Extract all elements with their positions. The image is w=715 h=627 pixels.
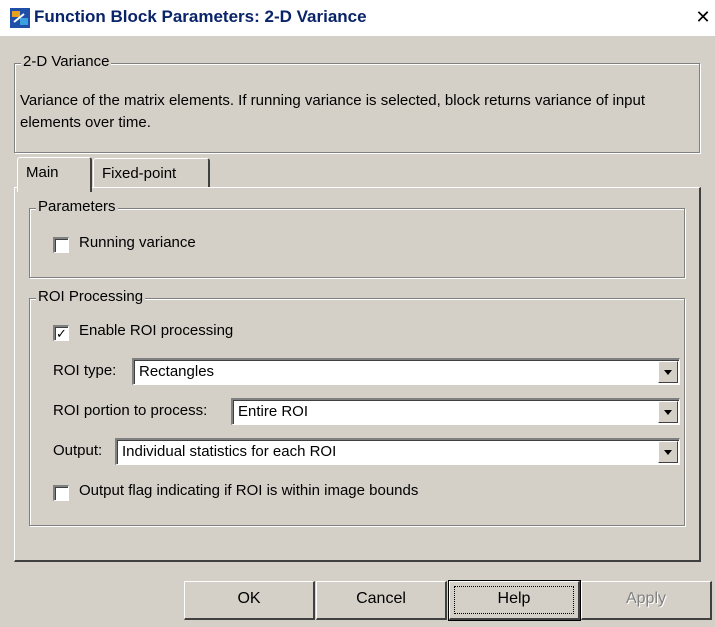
window-title: Function Block Parameters: 2-D Variance: [34, 7, 367, 26]
tab-panel-main: Parameters Running variance ROI Processi…: [14, 187, 701, 562]
tab-main[interactable]: Main: [17, 157, 92, 192]
output-value: Individual statistics for each ROI: [122, 443, 337, 460]
enable-roi-checkbox[interactable]: ✓: [53, 325, 69, 341]
cancel-button[interactable]: Cancel: [316, 581, 447, 620]
apply-button-label: Apply: [625, 590, 667, 607]
chevron-down-icon[interactable]: [658, 441, 678, 463]
roi-portion-label: ROI portion to process:: [53, 402, 208, 419]
running-variance-label[interactable]: Running variance: [79, 234, 196, 251]
roi-processing-group-title: ROI Processing: [36, 288, 146, 305]
ok-button-label: OK: [237, 590, 261, 607]
roi-portion-value: Entire ROI: [238, 403, 309, 420]
output-label: Output:: [53, 442, 103, 459]
block-group-title: 2-D Variance: [21, 53, 112, 70]
title-bar[interactable]: Function Block Parameters: 2-D Variance …: [0, 0, 715, 36]
checkmark-icon: ✓: [56, 326, 67, 341]
roi-portion-select[interactable]: Entire ROI: [231, 398, 680, 425]
tab-main-label: Main: [26, 164, 59, 181]
help-button-label: Help: [497, 590, 531, 607]
running-variance-checkbox[interactable]: [53, 237, 69, 253]
tab-fixed-point-label: Fixed-point: [102, 165, 177, 182]
focus-ring: Help: [454, 586, 574, 614]
ok-button[interactable]: OK: [184, 581, 315, 620]
roi-type-label: ROI type:: [53, 362, 117, 379]
roi-type-value: Rectangles: [139, 363, 215, 380]
output-flag-checkbox[interactable]: [53, 485, 69, 501]
apply-button[interactable]: Apply: [581, 581, 712, 620]
tab-fixed-point[interactable]: Fixed-point: [93, 158, 210, 189]
chevron-down-icon[interactable]: [658, 401, 678, 423]
chevron-down-icon[interactable]: [658, 361, 678, 383]
output-select[interactable]: Individual statistics for each ROI: [115, 438, 680, 465]
block-description: Variance of the matrix elements. If runn…: [20, 92, 646, 131]
cancel-button-label: Cancel: [356, 590, 406, 607]
close-icon[interactable]: ✕: [693, 6, 713, 28]
output-flag-label[interactable]: Output flag indicating if ROI is within …: [79, 482, 418, 499]
simulink-block-icon: [10, 8, 30, 28]
help-button[interactable]: Help: [448, 580, 581, 621]
parameters-group-title: Parameters: [36, 198, 118, 215]
roi-type-select[interactable]: Rectangles: [132, 358, 680, 385]
enable-roi-label[interactable]: Enable ROI processing: [79, 322, 233, 339]
